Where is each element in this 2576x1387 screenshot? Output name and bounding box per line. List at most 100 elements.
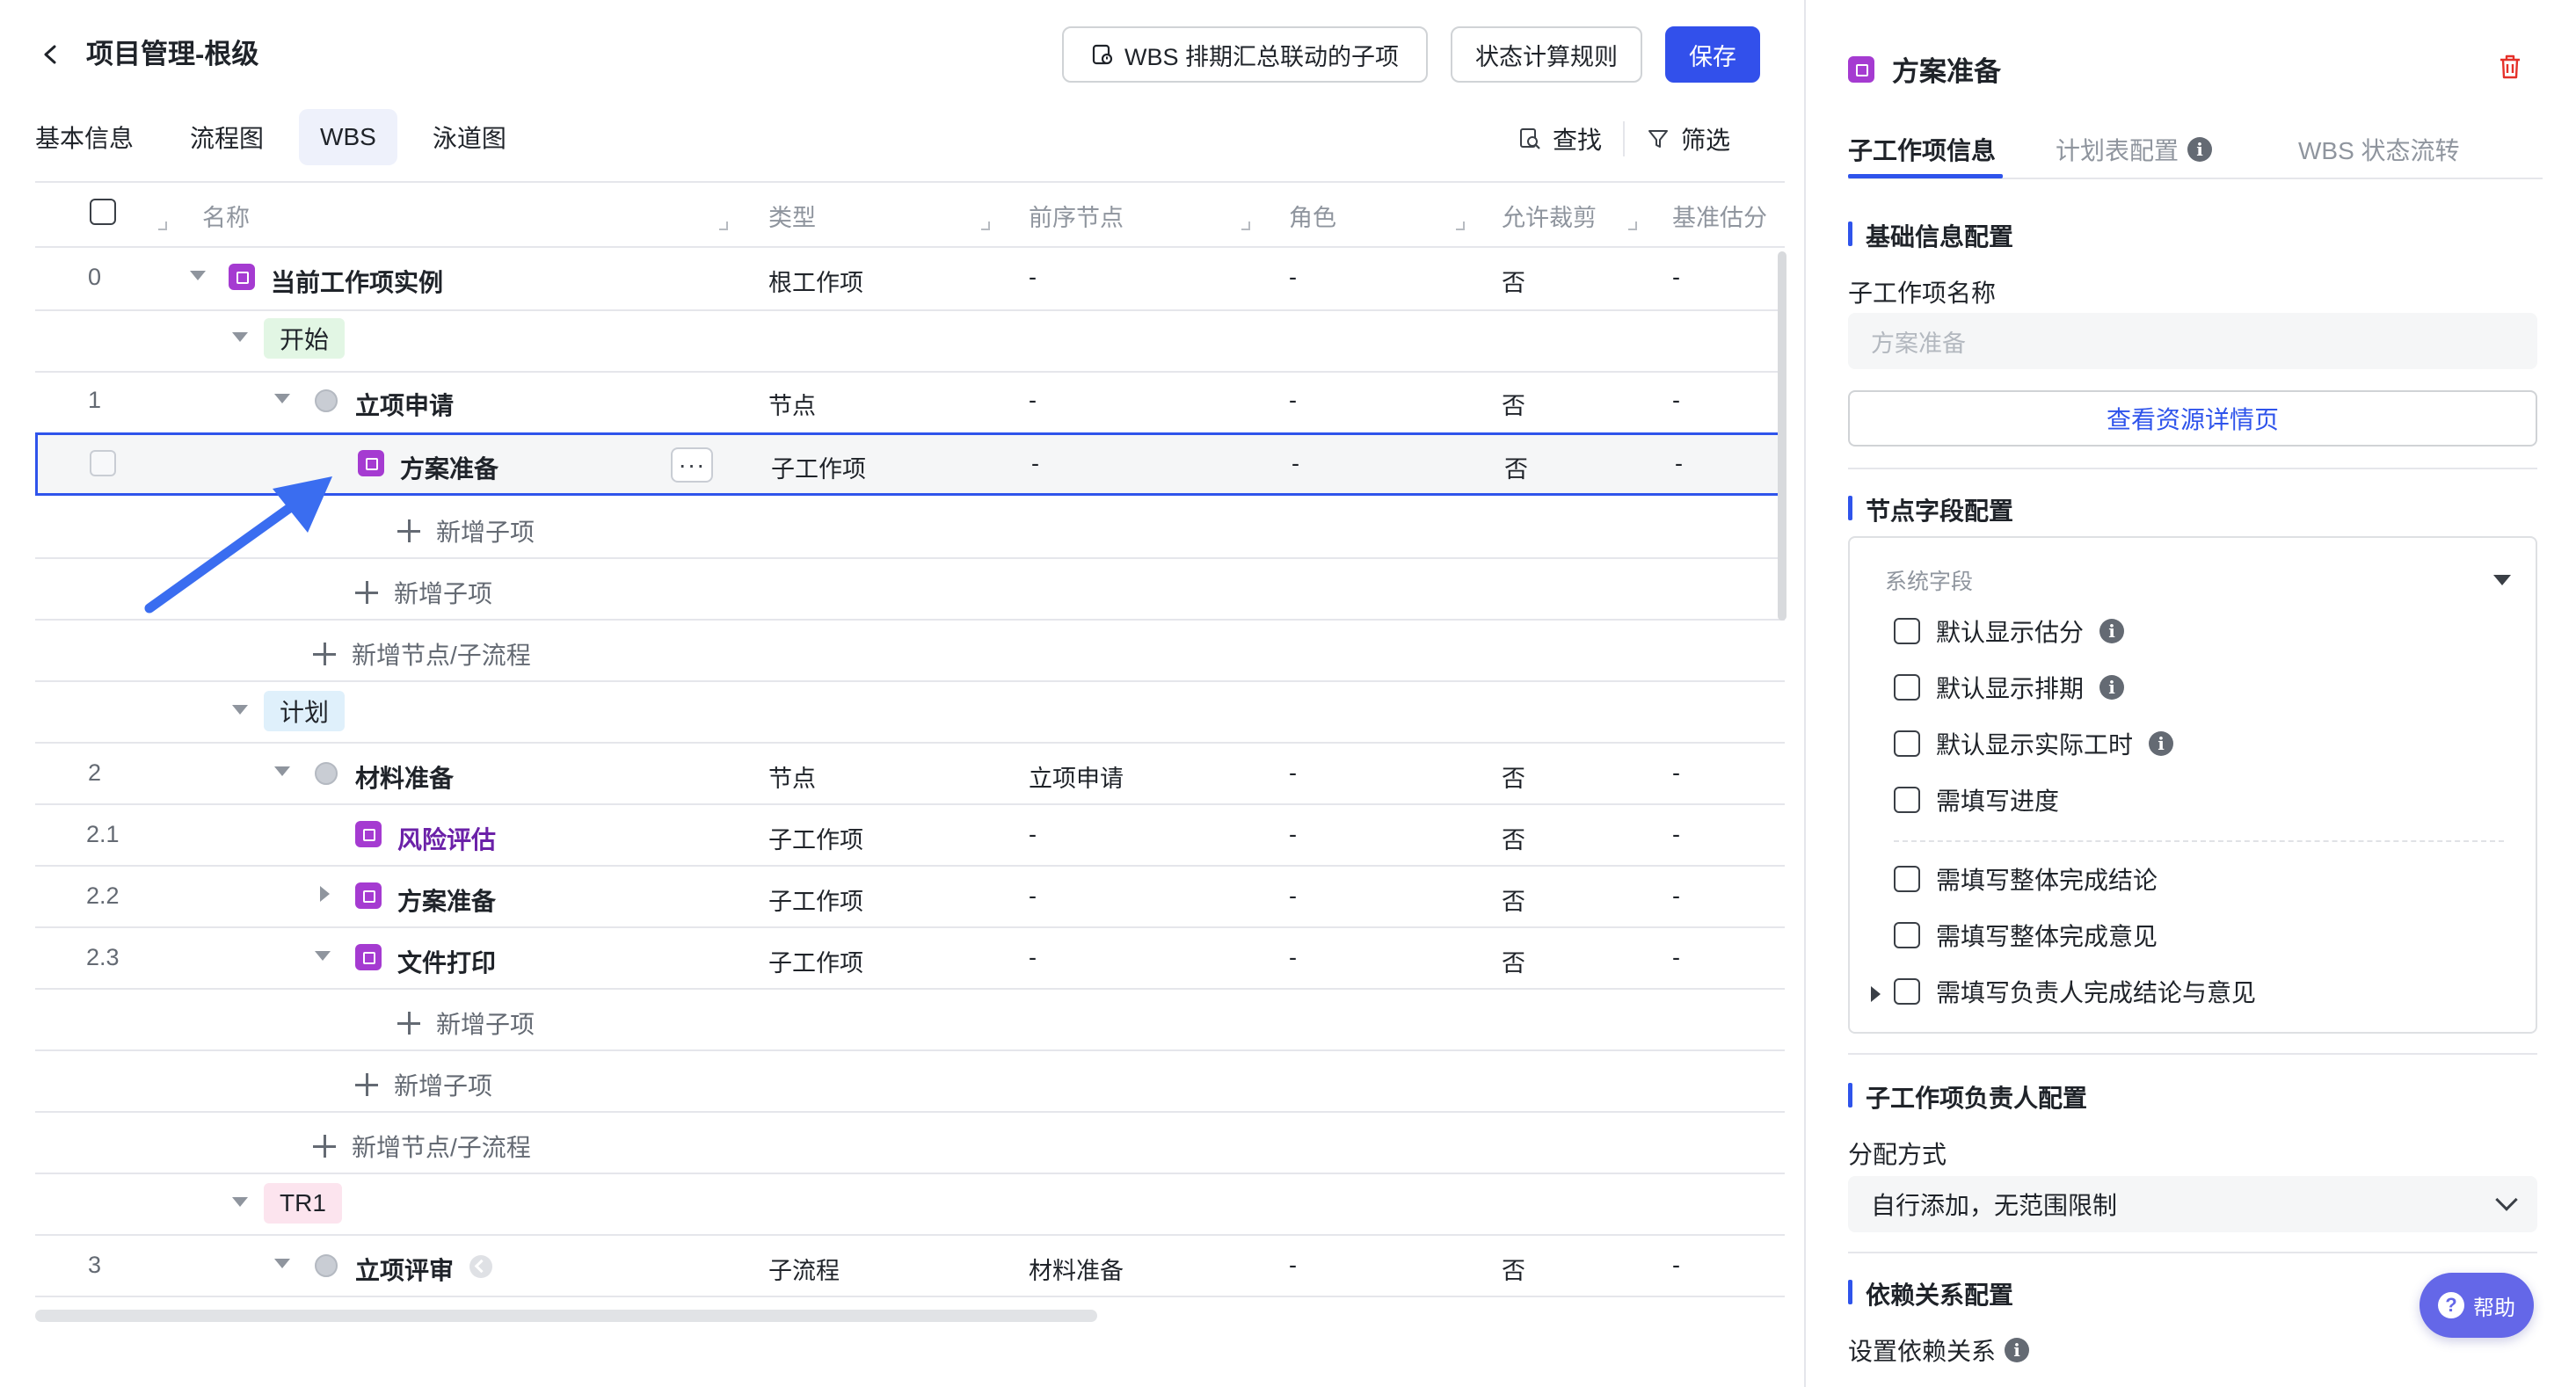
collapse-toggle[interactable] — [274, 394, 290, 403]
table-row[interactable]: 3 立项评审 子流程 材料准备 - 否 - — [35, 1236, 1785, 1297]
column-resize-handle[interactable] — [158, 221, 167, 230]
back-chevron-icon[interactable] — [35, 39, 67, 70]
table-row[interactable]: 2.3 文件打印 子工作项 - - 否 - — [35, 928, 1785, 990]
collapse-toggle[interactable] — [232, 705, 248, 715]
group-row[interactable]: TR1 — [35, 1174, 1785, 1236]
more-actions-button[interactable]: ··· — [671, 447, 713, 483]
collapse-toggle[interactable] — [274, 1259, 290, 1268]
row-role: - — [1289, 882, 1297, 909]
expand-toggle[interactable] — [320, 886, 330, 902]
collapse-toggle[interactable] — [315, 951, 331, 961]
wbs-schedule-button[interactable]: WBS 排期汇总联动的子项 — [1062, 26, 1428, 83]
collapse-toggle[interactable] — [274, 766, 290, 776]
table-tools: 查找 筛选 — [1496, 116, 1751, 162]
horizontal-scrollbar[interactable] — [35, 1310, 1097, 1322]
stage-tag: TR1 — [264, 1183, 342, 1224]
checkbox[interactable] — [1894, 787, 1920, 813]
table-row[interactable]: 0 当前工作项实例 根工作项 - - 否 - — [35, 248, 1785, 309]
status-rule-button[interactable]: 状态计算规则 — [1451, 26, 1642, 83]
row-role: - — [1289, 264, 1297, 290]
add-row[interactable]: 新增节点/子流程 — [35, 1113, 1785, 1174]
add-node-button[interactable]: 新增节点/子流程 — [313, 636, 531, 672]
save-button[interactable]: 保存 — [1665, 26, 1760, 83]
dependency-label: 设置依赖关系 i — [1848, 1333, 2030, 1368]
tab-basic-info[interactable]: 基本信息 — [14, 109, 155, 165]
tab-plan-config[interactable]: 计划表配置 i — [2056, 132, 2213, 167]
row-checkbox[interactable] — [90, 450, 116, 476]
add-node-button[interactable]: 新增节点/子流程 — [313, 1129, 531, 1164]
info-icon: i — [2005, 1338, 2030, 1362]
tab-wbs-status-flow[interactable]: WBS 状态流转 — [2298, 132, 2460, 167]
column-resize-handle[interactable] — [981, 221, 990, 230]
select-all-checkbox[interactable] — [90, 199, 116, 225]
row-role: - — [1292, 450, 1299, 476]
plus-icon — [313, 643, 336, 665]
checkbox[interactable] — [1894, 978, 1920, 1005]
help-button[interactable]: ? 帮助 — [2420, 1273, 2534, 1338]
add-subitem-button[interactable]: 新增子项 — [397, 1006, 535, 1041]
help-label: 帮助 — [2473, 1296, 2515, 1320]
row-name: 方案准备 — [397, 888, 497, 915]
add-subitem-button[interactable]: 新增子项 — [355, 575, 492, 610]
add-label: 新增子项 — [394, 1072, 493, 1100]
add-subitem-button[interactable]: 新增子项 — [355, 1067, 492, 1102]
column-resize-handle[interactable] — [1241, 221, 1250, 230]
column-resize-handle[interactable] — [719, 221, 728, 230]
view-resource-button[interactable]: 查看资源详情页 — [1848, 390, 2537, 447]
table-row[interactable]: 2 材料准备 节点 立项申请 - 否 - — [35, 744, 1785, 805]
option-show-actual-hours[interactable]: 默认显示实际工时 i — [1894, 726, 2174, 761]
row-estimate: - — [1672, 1252, 1680, 1278]
collapse-toggle[interactable] — [232, 1197, 248, 1207]
filter-button[interactable]: 筛选 — [1625, 121, 1751, 156]
option-show-estimate[interactable]: 默认显示估分 i — [1894, 614, 2125, 649]
plus-icon — [355, 581, 378, 604]
option-show-schedule[interactable]: 默认显示排期 i — [1894, 670, 2125, 705]
subtask-icon — [358, 450, 384, 476]
checkbox[interactable] — [1894, 730, 1920, 757]
collapse-toggle[interactable] — [2493, 575, 2511, 585]
checkbox[interactable] — [1894, 922, 1920, 948]
option-require-conclusion[interactable]: 需填写整体完成结论 — [1894, 861, 2158, 897]
group-row[interactable]: 开始 — [35, 309, 1785, 371]
checkbox[interactable] — [1894, 866, 1920, 892]
row-index: 1 — [88, 387, 102, 413]
tab-subtask-info[interactable]: 子工作项信息 — [1848, 132, 1996, 167]
row-name: 材料准备 — [355, 765, 455, 792]
option-label: 默认显示实际工时 — [1936, 731, 2134, 759]
assign-method-value: 自行添加，无范围限制 — [1871, 1192, 2118, 1219]
add-row[interactable]: 新增节点/子流程 — [35, 621, 1785, 682]
tab-wbs[interactable]: WBS — [299, 109, 397, 165]
tab-swimlane[interactable]: 泳道图 — [411, 109, 528, 165]
expand-toggle[interactable] — [1871, 986, 1881, 1002]
assign-method-select[interactable]: 自行添加，无范围限制 — [1848, 1176, 2537, 1232]
collapse-toggle[interactable] — [232, 332, 248, 342]
row-type: 子工作项 — [768, 889, 863, 915]
checkbox[interactable] — [1894, 618, 1920, 644]
add-row[interactable]: 新增子项 — [35, 990, 1785, 1051]
find-button[interactable]: 查找 — [1496, 121, 1623, 156]
column-resize-handle[interactable] — [1456, 221, 1465, 230]
option-require-progress[interactable]: 需填写进度 — [1894, 782, 2059, 817]
subtask-name-input[interactable]: 方案准备 — [1848, 313, 2537, 369]
row-role: - — [1289, 944, 1297, 970]
section-node-fields: 节点字段配置 — [1848, 492, 2013, 527]
collapse-toggle[interactable] — [190, 271, 206, 280]
add-row[interactable]: 新增子项 — [35, 1051, 1785, 1113]
group-row[interactable]: 计划 — [35, 682, 1785, 744]
vertical-scrollbar[interactable] — [1778, 251, 1786, 621]
table-row[interactable]: 2.2 方案准备 子工作项 - - 否 - — [35, 867, 1785, 928]
section-owner-config: 子工作项负责人配置 — [1848, 1079, 2087, 1115]
node-icon — [315, 762, 338, 785]
table-row[interactable]: 2.1 风险评估 子工作项 - - 否 - — [35, 805, 1785, 867]
trash-icon[interactable] — [2497, 53, 2523, 81]
column-resize-handle[interactable] — [1628, 221, 1637, 230]
row-predecessor: - — [1029, 882, 1037, 909]
tab-flowchart[interactable]: 流程图 — [169, 109, 285, 165]
option-require-owner-conclusion[interactable]: 需填写负责人完成结论与意见 — [1894, 974, 2256, 1009]
option-require-opinion[interactable]: 需填写整体完成意见 — [1894, 918, 2158, 953]
checkbox[interactable] — [1894, 674, 1920, 701]
divider — [1848, 468, 2537, 469]
table-row[interactable]: 1 立项申请 节点 - - 否 - — [35, 371, 1785, 432]
row-name[interactable]: 风险评估 — [397, 821, 496, 856]
add-subitem-button[interactable]: 新增子项 — [397, 513, 535, 548]
